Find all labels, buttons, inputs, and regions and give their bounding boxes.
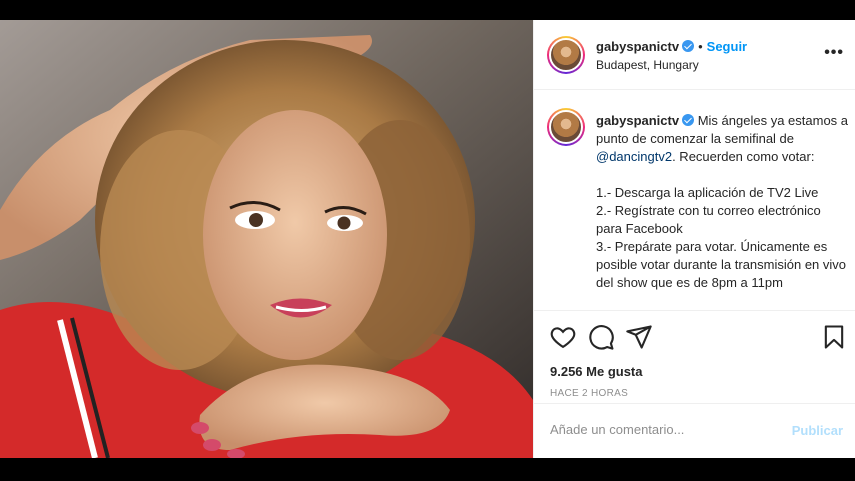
location-link[interactable]: Budapest, Hungary — [596, 58, 699, 72]
caption-avatar[interactable] — [547, 108, 585, 146]
portrait-illustration — [0, 20, 533, 458]
caption-body-end: . Recuerden como votar: 1.- Descarga la … — [596, 149, 847, 290]
username-link[interactable]: gabyspanictv — [596, 39, 679, 54]
caption-username[interactable]: gabyspanictv — [596, 113, 679, 128]
post-side-panel: gabyspanictv • Seguir Budapest, Hungary ••… — [533, 20, 855, 458]
comment-bar: Publicar — [534, 403, 855, 458]
comment-input[interactable] — [550, 422, 770, 437]
bookmark-icon[interactable] — [820, 323, 848, 351]
comment-icon[interactable] — [587, 323, 615, 351]
separator-dot: • — [698, 39, 703, 54]
post-timestamp[interactable]: HACE 2 HORAS — [550, 388, 628, 399]
post-photo[interactable] — [0, 20, 533, 458]
follow-button[interactable]: Seguir — [707, 39, 747, 54]
more-options-icon[interactable]: ••• — [824, 44, 844, 62]
post-header: gabyspanictv • Seguir Budapest, Hungary ••… — [534, 20, 855, 90]
avatar[interactable] — [547, 36, 585, 74]
share-icon[interactable] — [625, 323, 653, 351]
caption-area: gabyspanictv Mis ángeles ya estamos a pu… — [534, 91, 855, 309]
heart-icon[interactable] — [549, 323, 577, 351]
verified-badge-icon — [682, 40, 695, 52]
post-frame: gabyspanictv • Seguir Budapest, Hungary ••… — [0, 20, 855, 458]
header-name-row: gabyspanictv • Seguir — [596, 39, 747, 54]
mention-link[interactable]: @dancingtv2 — [596, 149, 672, 164]
likes-count[interactable]: 9.256 Me gusta — [550, 364, 643, 379]
caption-verified-badge-icon — [682, 114, 695, 126]
caption-text: gabyspanictv Mis ángeles ya estamos a pu… — [596, 112, 850, 292]
publish-button[interactable]: Publicar — [792, 423, 843, 438]
